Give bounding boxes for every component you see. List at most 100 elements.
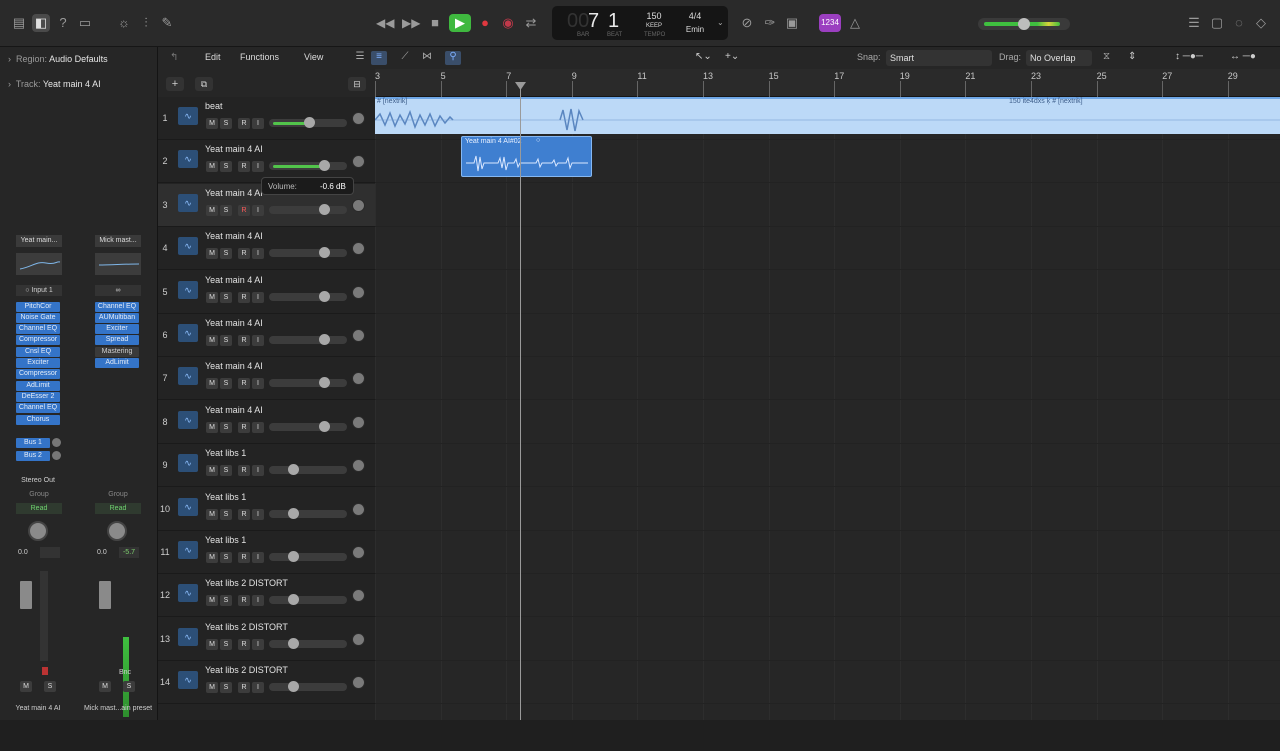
input-monitor-button[interactable]: I — [252, 595, 264, 607]
master-volume-slider[interactable] — [978, 18, 1070, 30]
track-name[interactable]: Yeat main 4 AI — [205, 318, 263, 328]
track-lane[interactable] — [375, 314, 1280, 357]
track-lane[interactable] — [375, 618, 1280, 661]
loop-browser-icon[interactable]: ◌ — [1230, 14, 1248, 32]
input-monitor-button[interactable]: I — [252, 508, 264, 520]
record-enable-button[interactable]: R — [238, 465, 250, 477]
send-slot[interactable]: Bus 2 — [16, 451, 50, 461]
track-row[interactable]: 11 ∿ Yeat libs 1 MSRI — [158, 531, 375, 574]
track-lane[interactable] — [375, 227, 1280, 271]
solo-button[interactable]: S — [220, 204, 232, 216]
plugin-slot[interactable]: Compressor — [16, 369, 60, 379]
solo-button[interactable]: S — [220, 118, 232, 129]
track-name[interactable]: Yeat libs 2 DISTORT — [205, 622, 288, 632]
mute-button[interactable]: M — [206, 552, 218, 563]
solo-button[interactable]: S — [220, 682, 232, 694]
track-name[interactable]: beat — [205, 101, 223, 111]
mute-button[interactable]: M — [206, 335, 218, 346]
browser-icon[interactable]: ◇ — [1252, 14, 1270, 32]
send-level-knob[interactable] — [52, 451, 61, 460]
notepad-icon[interactable]: ▢ — [1208, 14, 1226, 32]
eq-thumbnail[interactable] — [16, 253, 62, 275]
input-monitor-button[interactable]: I — [252, 421, 264, 433]
flex-icon[interactable]: ⋈ — [419, 51, 435, 65]
pan-knob[interactable] — [28, 521, 48, 541]
input-monitor-button[interactable]: I — [252, 552, 264, 563]
stop-icon[interactable]: ■ — [426, 14, 444, 32]
track-volume-slider[interactable] — [269, 334, 347, 345]
list-view-icon[interactable]: ☰ — [352, 51, 368, 65]
vertical-zoom-slider[interactable]: ↕ ─●─ — [1175, 51, 1203, 62]
plugin-slot[interactable]: Exciter — [16, 358, 60, 368]
plugin-slot[interactable]: AdLimit — [16, 381, 60, 391]
count-in-button[interactable]: 1234 — [819, 14, 841, 32]
volume-knob[interactable] — [287, 637, 299, 649]
track-lane[interactable] — [375, 271, 1280, 314]
group-slot[interactable]: Group — [16, 491, 62, 498]
play-button[interactable]: ▶ — [449, 14, 471, 32]
strip1-footer[interactable]: Yeat main 4 AI — [8, 705, 68, 712]
track-lane[interactable] — [375, 444, 1280, 488]
plugin-slot[interactable]: Channel EQ — [16, 403, 60, 413]
track-volume-slider[interactable] — [269, 551, 347, 562]
record-enable-button[interactable]: R — [238, 595, 250, 607]
plugin-slot[interactable]: Chorus — [16, 415, 60, 425]
plugin-slot[interactable]: Exciter — [95, 324, 139, 334]
audio-region-beat[interactable]: # [nextrik] 150 ite4dxs ķ # [nextrik] — [375, 97, 1280, 134]
track-row[interactable]: 14 ∿ Yeat libs 2 DISTORT M S R I — [158, 661, 375, 705]
mute-button[interactable]: M — [206, 638, 218, 650]
plugin-slot[interactable]: Compressor — [16, 335, 60, 345]
automation-icon[interactable]: ⟋ — [397, 51, 413, 65]
pan-knob[interactable] — [352, 502, 365, 516]
mute-button[interactable]: M — [206, 291, 218, 303]
mute-button[interactable]: M — [206, 465, 218, 477]
toolbar-icon[interactable]: ▭ — [76, 14, 94, 32]
track-name[interactable]: Yeat main 4 AI — [205, 144, 263, 154]
track-volume-slider[interactable] — [269, 377, 347, 389]
strip2-name[interactable]: Mick mast... — [95, 235, 141, 247]
record-enable-button[interactable]: R — [238, 335, 250, 346]
track-name[interactable]: Yeat libs 1 — [205, 535, 246, 545]
pan-knob[interactable] — [352, 112, 365, 125]
pointer-tool-icon[interactable]: ↖⌄ — [695, 51, 712, 62]
catch-icon[interactable]: ⚲ — [445, 51, 461, 65]
track-row[interactable]: 5 ∿ Yeat main 4 AI M S R I — [158, 271, 375, 314]
volume-knob[interactable] — [287, 507, 299, 519]
region-inspector-header[interactable]: › Region: Audio Defaults — [0, 47, 158, 71]
rewind-icon[interactable]: ◀◀ — [376, 14, 394, 32]
score-icon[interactable]: ▣ — [783, 14, 801, 32]
send-level-knob[interactable] — [52, 438, 61, 447]
lcd-display[interactable]: 00 7 1 BAR BEAT 150 KEEP TEMPO 4/4 Emin … — [552, 6, 728, 40]
solo-button[interactable]: S — [220, 291, 232, 303]
solo-button[interactable]: S — [220, 335, 232, 346]
horizontal-zoom-slider[interactable]: ↔ ─● — [1230, 51, 1256, 62]
mute-button[interactable]: M — [206, 682, 218, 694]
plugin-slot[interactable]: AUMultiban — [95, 313, 139, 323]
bar-ruler[interactable]: 3 5 7 9 11 13 15 17 19 21 23 25 27 29 — [375, 69, 1280, 97]
list-editors-icon[interactable]: ☰ — [1185, 14, 1203, 32]
eq-thumbnail[interactable] — [95, 253, 141, 275]
track-volume-slider[interactable] — [269, 160, 347, 172]
record-enable-button[interactable]: R — [238, 118, 250, 129]
track-row[interactable]: 7 ∿ Yeat main 4 AI M S R I — [158, 357, 375, 401]
track-row[interactable]: 1 ∿ beat M S R I — [158, 97, 375, 140]
track-volume-slider[interactable] — [269, 247, 347, 259]
edit-menu[interactable]: Edit — [205, 52, 221, 62]
secondary-tool-icon[interactable]: +⌄ — [725, 51, 739, 62]
global-tracks-icon[interactable]: ⊟ — [348, 77, 366, 91]
record-enable-button[interactable]: R — [238, 248, 250, 260]
input-monitor-button[interactable]: I — [252, 378, 264, 390]
input-monitor-button[interactable]: I — [252, 682, 264, 694]
volume-knob[interactable] — [287, 551, 299, 562]
volume-knob[interactable] — [319, 247, 331, 259]
track-lane[interactable] — [375, 488, 1280, 531]
smart-controls-icon[interactable]: ☼ — [115, 14, 133, 32]
audio-region-yeat[interactable]: Yeat main 4 AI#02 ○ — [461, 136, 592, 177]
track-volume-slider[interactable] — [269, 117, 347, 128]
volume-knob[interactable] — [319, 334, 331, 345]
solo-button[interactable]: S — [220, 552, 232, 563]
track-volume-slider[interactable] — [269, 203, 347, 215]
input-monitor-button[interactable]: I — [252, 638, 264, 650]
track-lane[interactable] — [375, 531, 1280, 574]
flex-view-icon[interactable]: ≡ — [371, 51, 387, 65]
